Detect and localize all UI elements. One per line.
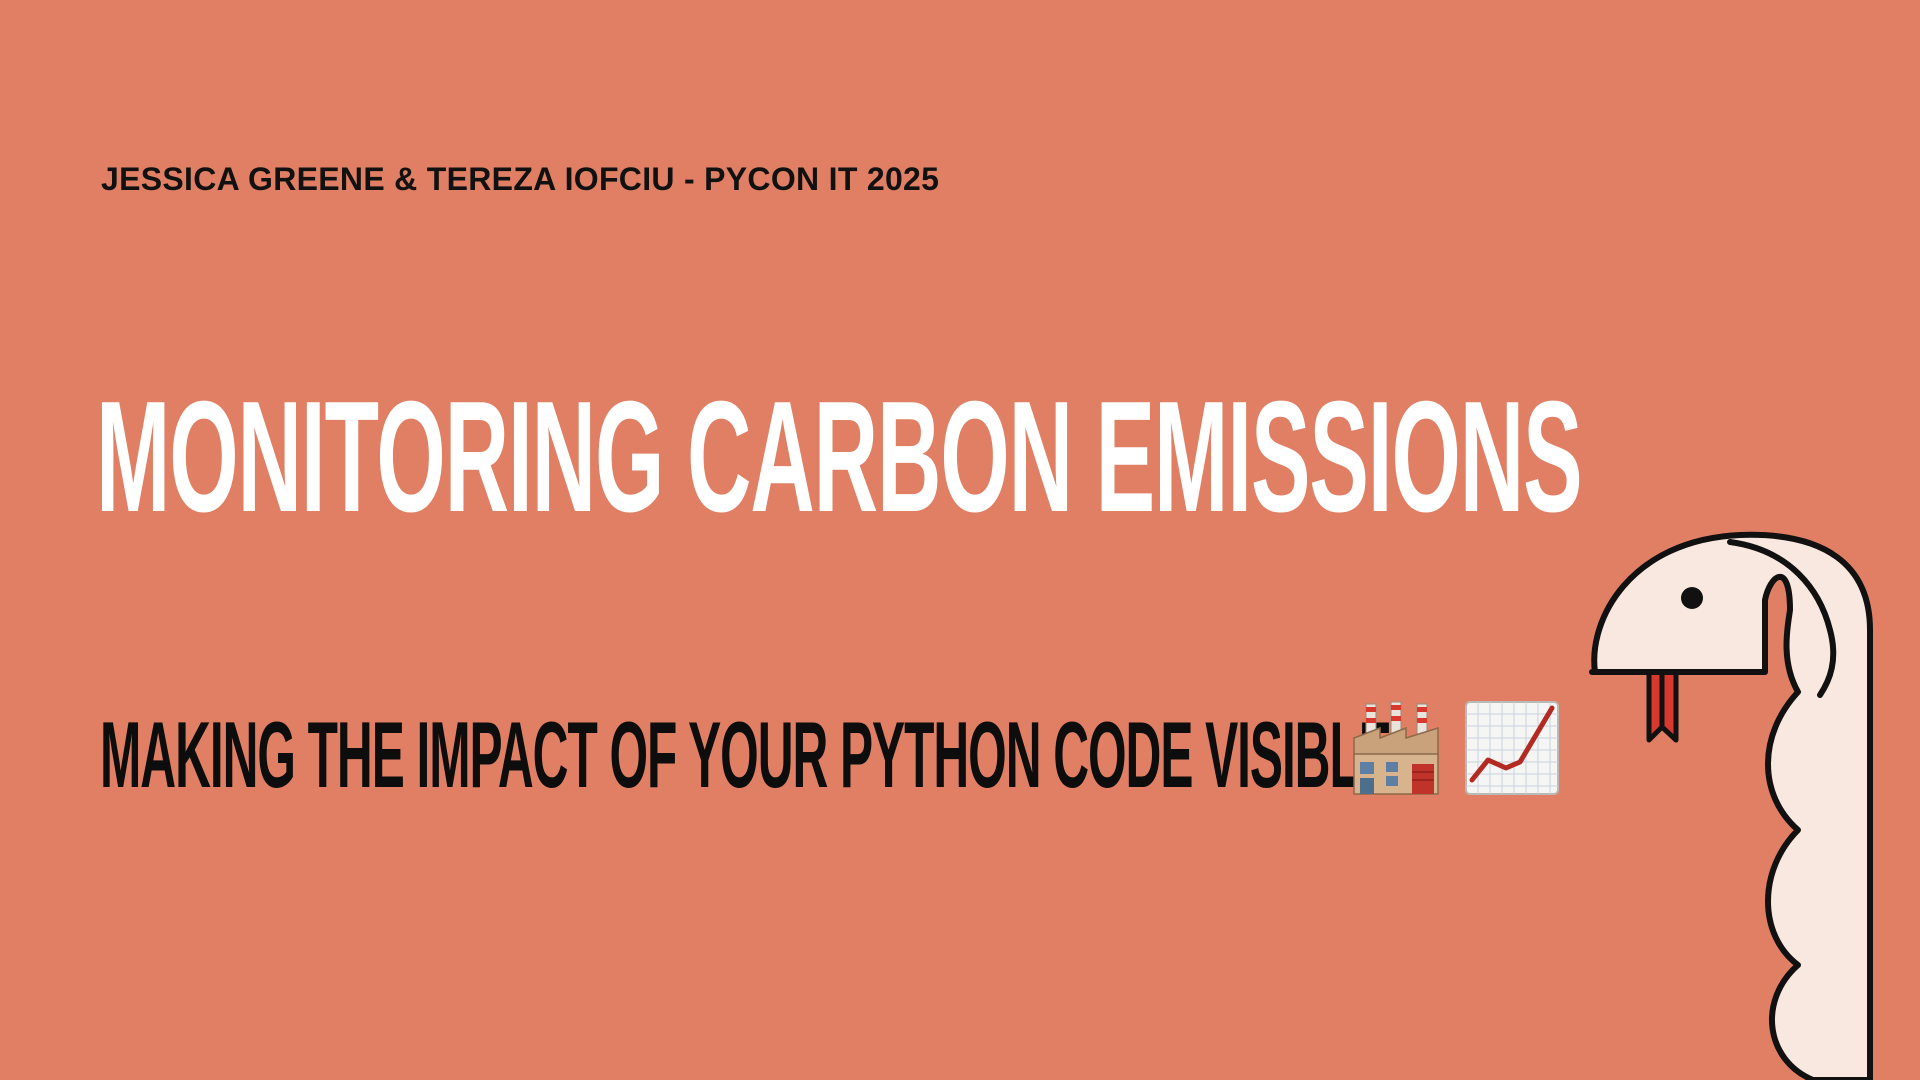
factory-icon xyxy=(1353,701,1439,795)
subtitle-emojis xyxy=(1346,698,1559,803)
snake-illustration xyxy=(1589,531,1873,1080)
chart-increasing-icon xyxy=(1465,701,1559,795)
title-slide: JESSICA GREENE & TEREZA IOFCIU - PYCON I… xyxy=(0,0,1920,1080)
slide-title: MONITORING CARBON EMISSIONS xyxy=(96,369,1583,545)
author-byline: JESSICA GREENE & TEREZA IOFCIU - PYCON I… xyxy=(101,161,940,197)
snake-eye xyxy=(1681,587,1703,609)
subtitle-text: MAKING THE IMPACT OF YOUR PYTHON CODE VI… xyxy=(100,702,1392,807)
